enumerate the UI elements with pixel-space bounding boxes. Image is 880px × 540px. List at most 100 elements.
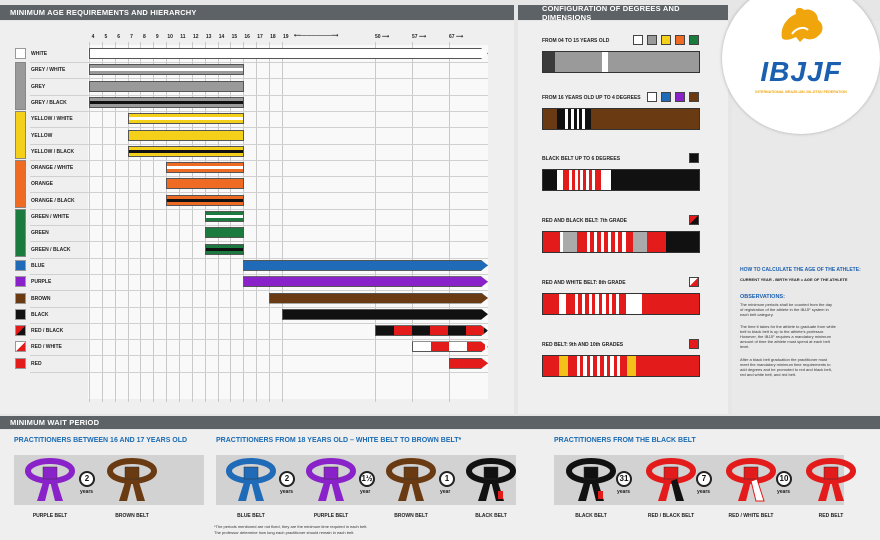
obs-title: OBSERVATIONS: [740, 294, 785, 300]
belt-bar [269, 293, 488, 304]
belt-segment [591, 109, 699, 129]
period-unit: year [360, 489, 371, 495]
grid-row-line [30, 159, 488, 161]
grid-row-line [30, 273, 488, 275]
color-square [647, 92, 657, 102]
belt-row-label: ORANGE [31, 181, 53, 188]
belt-segment [543, 356, 559, 376]
group-swatch [15, 160, 26, 208]
age-tick-label: 14 [218, 34, 225, 40]
age-arrow-label: 50 ⟶ [375, 34, 390, 40]
belt-row-label: BLUE [31, 262, 45, 269]
age-tick-label: 19 [282, 34, 289, 40]
age-tick-label: 13 [205, 34, 212, 40]
config-label: RED AND WHITE BELT: 8th GRADE [542, 280, 626, 286]
age-tick-label: 15 [231, 34, 238, 40]
belt-stripe [205, 247, 243, 251]
color-square [689, 92, 699, 102]
obs-paragraph-1: The minimum periods shall be counted fro… [740, 302, 833, 317]
wait-heading-16-17: PRACTITIONERS BETWEEN 16 AND 17 YEARS OL… [14, 437, 188, 444]
grid-row-line [30, 339, 488, 341]
belt-bar [127, 113, 244, 125]
belt-row-label: BLACK [31, 311, 49, 318]
belt-segment [611, 170, 699, 190]
belt-swatch [15, 325, 26, 337]
config-belt-bar [542, 355, 700, 377]
age-tick-label: 16 [244, 34, 250, 40]
period-circle: 2 [279, 471, 295, 487]
color-square [661, 92, 671, 102]
grid-row-line [30, 127, 488, 129]
belt-segment [625, 294, 642, 314]
wait-belt-label: BLUE BELT [237, 513, 265, 519]
belt-segment [558, 356, 568, 376]
color-square [633, 35, 643, 45]
belt-segment [641, 294, 699, 314]
grid-row-line [30, 257, 488, 259]
wait-section-title: MINIMUM WAIT PERIOD [10, 418, 100, 427]
color-square [689, 215, 699, 225]
period-unit: years [777, 489, 791, 495]
grid-row-line [30, 225, 488, 226]
grid-row-line [30, 110, 488, 112]
belt-segment [567, 356, 577, 376]
config-belt-bar [542, 108, 700, 130]
belt-segment [543, 232, 560, 252]
obs-paragraph-3: After a black belt graduation the practi… [740, 357, 832, 377]
belt-swatch [15, 259, 26, 271]
belt-row-label: RED / BLACK [31, 328, 64, 335]
age-tick-label: 7 [130, 34, 133, 40]
belt-icon [726, 457, 776, 503]
grid-row-line [30, 290, 488, 292]
belt-swatch [15, 292, 26, 304]
belt-bar [243, 260, 488, 271]
grid-row-line [30, 371, 488, 373]
color-square [647, 35, 657, 45]
belt-stripe [90, 68, 243, 72]
belt-segment [543, 109, 557, 129]
wait-belt-label: PURPLE BELT [313, 513, 349, 519]
belt-segment [646, 232, 666, 252]
belt-segment [577, 232, 587, 252]
config-belt-bar [542, 231, 700, 253]
lion-icon [781, 7, 823, 42]
belt-swatch [15, 357, 26, 369]
belt-swatch [15, 48, 26, 59]
belt-row-label: ORANGE / WHITE [31, 165, 74, 172]
belt-segment [632, 232, 647, 252]
calc-formula: CURRENT YEAR - BIRTH YEAR = AGE OF THE A… [740, 277, 848, 282]
belt-row-label: YELLOW / WHITE [31, 116, 73, 123]
age-arrow-label: 67 ⟶ [449, 34, 464, 40]
grid-line [256, 42, 258, 402]
belt-icon [806, 457, 856, 503]
belt-bar [412, 341, 488, 352]
belt-bar [282, 309, 488, 320]
belt-stripe [205, 215, 243, 218]
grid-line [268, 42, 270, 402]
config-belt-bar [542, 169, 700, 191]
grid-row-line [30, 143, 488, 145]
belt-row-label: GREEN / WHITE [31, 214, 70, 220]
belt-stripe [128, 149, 243, 153]
period-circle: 1½ [359, 471, 375, 487]
age-section-title: MINIMUM AGE REQUIREMENTS AND HIERARCHY [10, 8, 197, 17]
color-square [661, 35, 671, 45]
period-circle: 31 [616, 471, 632, 487]
belt-bar [89, 64, 244, 76]
belt-segment [565, 294, 575, 314]
belt-bar [166, 194, 244, 206]
age-tick-label: 9 [155, 34, 159, 40]
config-section-header: CONFIGURATION OF DEGREES AND DIMENSIONS [518, 4, 728, 22]
belt-icon [107, 457, 157, 503]
belt-swatch [15, 308, 26, 320]
grid-row-line [30, 208, 488, 210]
config-label: RED BELT: 9th AND 10th GRADES [542, 342, 624, 348]
wait-belt-label: BLACK BELT [475, 513, 507, 519]
period-circle: 2 [79, 471, 95, 487]
belt-row-label: BROWN [31, 295, 51, 302]
grid-row-line [30, 176, 488, 178]
belt-row-label: GREEN [31, 230, 49, 237]
age-tick-label: 8 [143, 34, 146, 40]
belt-row-label: YELLOW / BLACK [31, 148, 75, 155]
obs-paragraph-2: The time it takes for the athlete to gra… [740, 324, 836, 349]
